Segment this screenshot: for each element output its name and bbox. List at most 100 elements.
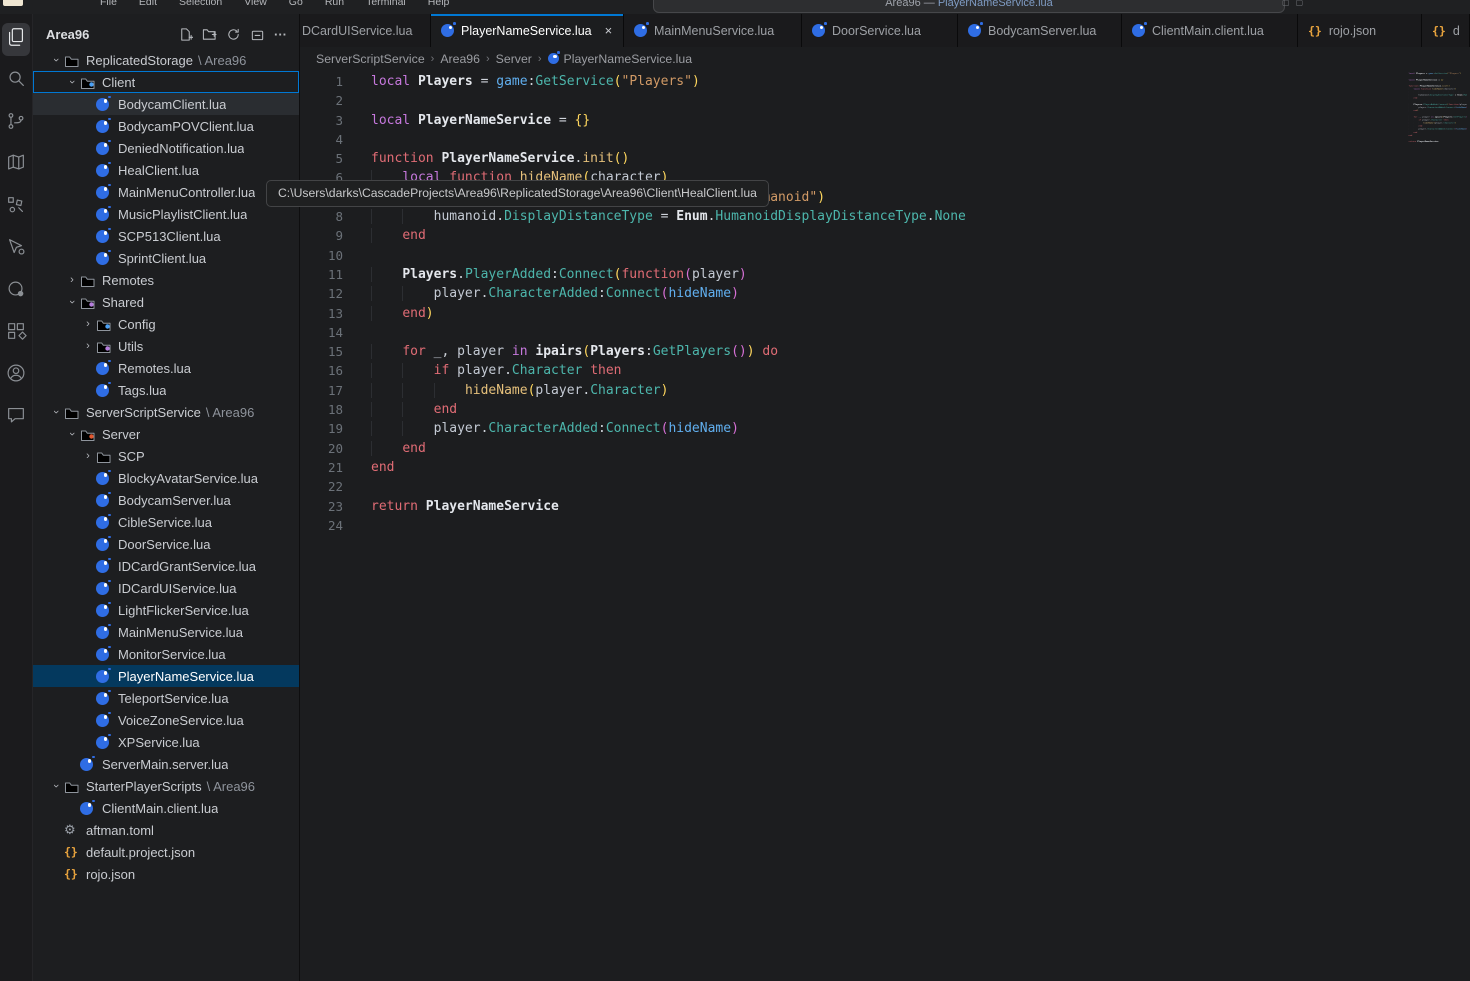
tree-folder-config[interactable]: ›Config — [33, 313, 299, 335]
code-line: 4 — [300, 130, 966, 149]
tab-d[interactable]: {}d — [1422, 14, 1470, 47]
tree-file-tags-lua[interactable]: Tags.lua — [33, 379, 299, 401]
explorer-section-title[interactable]: Area96 — [46, 27, 89, 42]
tree-file-idcardgrantservice-lua[interactable]: IDCardGrantService.lua — [33, 555, 299, 577]
code-line: 21end — [300, 458, 966, 477]
source-control-icon[interactable] — [0, 102, 33, 144]
breadcrumb-item-server[interactable]: Server — [496, 52, 532, 66]
new-folder-icon[interactable] — [202, 27, 217, 43]
tab-mainmenuservice-lua[interactable]: MainMenuService.lua — [624, 14, 802, 47]
explorer-icon[interactable] — [0, 18, 33, 60]
tree-folder-replicatedstorage[interactable]: ›ReplicatedStorage\ Area96 — [33, 49, 299, 71]
code-line: 5function PlayerNameService.init() — [300, 149, 966, 168]
debug-icon[interactable] — [0, 228, 33, 270]
tree-file-aftman-toml[interactable]: ⚙aftman.toml — [33, 819, 299, 841]
menu-item-go[interactable]: Go — [289, 0, 303, 8]
tree-file-lightflickerservice-lua[interactable]: LightFlickerService.lua — [33, 599, 299, 621]
tab-clientmain-client-lua[interactable]: ClientMain.client.lua — [1122, 14, 1298, 47]
tree-file-sprintclient-lua[interactable]: SprintClient.lua — [33, 247, 299, 269]
folder-icon — [96, 317, 112, 331]
tree-file-doorservice-lua[interactable]: DoorService.lua — [33, 533, 299, 555]
tree-file-bodycamclient-lua[interactable]: BodycamClient.lua — [33, 93, 299, 115]
tree-file-playernameservice-lua[interactable]: PlayerNameService.lua — [33, 665, 299, 687]
tree-item-label: Shared — [102, 295, 144, 310]
breadcrumb-item-area96[interactable]: Area96 — [440, 52, 480, 66]
tree-file-mainmenuservice-lua[interactable]: MainMenuService.lua — [33, 621, 299, 643]
tree-file-mainmenucontroller-lua[interactable]: MainMenuController.lua — [33, 181, 299, 203]
code-line: 18 end — [300, 400, 966, 419]
title-bar: File Edit Selection View Go Run Terminal Help A… — [0, 0, 1470, 14]
tab-playernameservice-lua[interactable]: PlayerNameService.lua× — [431, 14, 624, 47]
explorer-sidebar: Area96 ··· ›ReplicatedStorage\ Area96›Cl… — [33, 14, 300, 981]
tree-file-deniednotification-lua[interactable]: DeniedNotification.lua — [33, 137, 299, 159]
tree-file-blockyavatarservice-lua[interactable]: BlockyAvatarService.lua — [33, 467, 299, 489]
tree-folder-starterplayerscripts[interactable]: ›StarterPlayerScripts\ Area96 — [33, 775, 299, 797]
lua-file-icon — [96, 493, 112, 507]
menu-item-terminal[interactable]: Terminal — [366, 0, 406, 8]
minimap[interactable]: local Players = game:GetService("Players… — [1404, 72, 1467, 222]
tree-file-teleportservice-lua[interactable]: TeleportService.lua — [33, 687, 299, 709]
menu-item-help[interactable]: Help — [428, 0, 450, 8]
lua-file-icon — [96, 163, 112, 177]
tree-file-scp513client-lua[interactable]: SCP513Client.lua — [33, 225, 299, 247]
layout-toggle-icons[interactable]: ▢▢ — [1282, 0, 1303, 7]
line-number: 17 — [300, 381, 343, 400]
tree-folder-shared[interactable]: ›Shared — [33, 291, 299, 313]
tree-file-idcarduiservice-lua[interactable]: IDCardUIService.lua — [33, 577, 299, 599]
tree-folder-scp[interactable]: ›SCP — [33, 445, 299, 467]
tree-folder-utils[interactable]: ›Utils — [33, 335, 299, 357]
tab-label: DCardUIService.lua — [302, 24, 412, 38]
chat-icon[interactable] — [0, 396, 33, 438]
tree-file-bodycamserver-lua[interactable]: BodycamServer.lua — [33, 489, 299, 511]
panel-toggle-icon[interactable]: ▢ — [1282, 0, 1290, 7]
command-center[interactable]: Area96 — PlayerNameService.lua — [653, 0, 1285, 13]
menu-item-edit[interactable]: Edit — [139, 0, 157, 8]
new-file-icon[interactable] — [178, 27, 193, 43]
menu-item-run[interactable]: Run — [325, 0, 344, 8]
remote-icon[interactable] — [0, 270, 33, 312]
tree-file-clientmain-client-lua[interactable]: ClientMain.client.lua — [33, 797, 299, 819]
tree-file-remotes-lua[interactable]: Remotes.lua — [33, 357, 299, 379]
tab-rojo-json[interactable]: {}rojo.json — [1298, 14, 1422, 47]
tree-file-monitorservice-lua[interactable]: MonitorService.lua — [33, 643, 299, 665]
docs-icon[interactable] — [0, 144, 33, 186]
tree-file-bodycampovclient-lua[interactable]: BodycamPOVClient.lua — [33, 115, 299, 137]
tree-file-rojo-json[interactable]: {}rojo.json — [33, 863, 299, 885]
tab-bodycamserver-lua[interactable]: BodycamServer.lua — [958, 14, 1122, 47]
tree-file-cibleservice-lua[interactable]: CibleService.lua — [33, 511, 299, 533]
tab-label: MainMenuService.lua — [654, 24, 774, 38]
layout-customize-icon[interactable]: ▢ — [1296, 0, 1304, 7]
json-file-icon: {} — [1308, 24, 1322, 38]
tab-doorservice-lua[interactable]: DoorService.lua — [802, 14, 958, 47]
tree-file-voicezoneservice-lua[interactable]: VoiceZoneService.lua — [33, 709, 299, 731]
tree-file-default-project-json[interactable]: {}default.project.json — [33, 841, 299, 863]
tree-item-label: ClientMain.client.lua — [102, 801, 218, 816]
tree-file-musicplaylistclient-lua[interactable]: MusicPlaylistClient.lua — [33, 203, 299, 225]
testing-icon[interactable] — [0, 186, 33, 228]
tree-file-healclient-lua[interactable]: HealClient.lua — [33, 159, 299, 181]
breadcrumb-item-playernameservice-lua[interactable]: PlayerNameService.lua — [548, 52, 693, 66]
tree-folder-server[interactable]: ›Server — [33, 423, 299, 445]
menu-item-file[interactable]: File — [100, 0, 117, 8]
breadcrumb-separator-icon: › — [486, 53, 490, 65]
collapse-folders-icon[interactable] — [250, 27, 265, 43]
line-number: 15 — [300, 342, 343, 361]
account-icon[interactable] — [0, 354, 33, 396]
tree-file-servermain-server-lua[interactable]: ServerMain.server.lua — [33, 753, 299, 775]
menu-item-view[interactable]: View — [244, 0, 267, 8]
tab-dcarduiservice-lua[interactable]: DCardUIService.lua — [300, 14, 431, 47]
more-actions-icon[interactable]: ··· — [274, 30, 287, 40]
tree-folder-remotes[interactable]: ›Remotes — [33, 269, 299, 291]
refresh-explorer-icon[interactable] — [226, 27, 241, 43]
tree-folder-client[interactable]: ›Client — [33, 71, 299, 93]
minimap-content: local Players = game:GetService("Players… — [1404, 72, 1414, 146]
close-icon[interactable]: × — [605, 23, 613, 38]
search-icon[interactable] — [0, 60, 33, 102]
tree-file-xpservice-lua[interactable]: XPService.lua — [33, 731, 299, 753]
extensions-icon[interactable] — [0, 312, 33, 354]
tree-folder-serverscriptservice[interactable]: ›ServerScriptService\ Area96 — [33, 401, 299, 423]
command-center-separator: — — [921, 0, 938, 9]
breadcrumb-item-serverscriptservice[interactable]: ServerScriptService — [316, 52, 425, 66]
tab-label: BodycamServer.lua — [988, 24, 1096, 38]
menu-item-selection[interactable]: Selection — [179, 0, 222, 8]
